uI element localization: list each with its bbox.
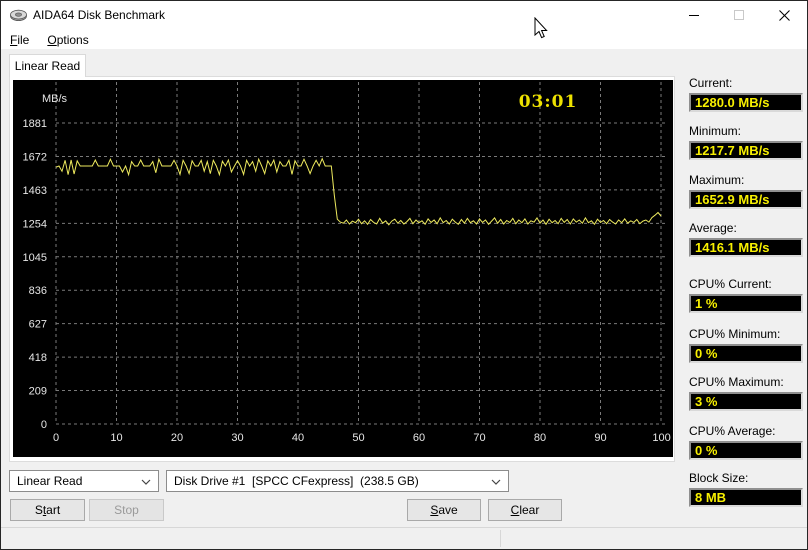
app-disk-icon — [10, 9, 27, 21]
app-window: AIDA64 Disk Benchmark File Options Linea… — [0, 0, 808, 550]
menu-item-options[interactable]: Options — [38, 30, 97, 49]
svg-text:836: 836 — [29, 285, 47, 297]
svg-text:MB/s: MB/s — [42, 93, 68, 105]
benchmark-chart: 0 10 20 30 40 50 60 70 80 90 100 % 1881 1672 1463 1254… — [13, 80, 684, 457]
status-bar-divider — [500, 530, 501, 547]
svg-text:418: 418 — [29, 352, 47, 364]
stat-label: CPU% Maximum: — [689, 375, 784, 389]
stat-value: 1652.9 MB/s — [689, 190, 803, 209]
menu-item-file[interactable]: File — [1, 30, 38, 49]
stat-item: CPU% Maximum: 3 % — [689, 375, 803, 411]
svg-text:100 %: 100 % — [652, 432, 673, 444]
svg-text:10: 10 — [110, 432, 122, 444]
stat-label: Minimum: — [689, 124, 742, 138]
drive-select[interactable]: Disk Drive #1 [SPCC CFexpress] (238.5 GB… — [166, 470, 509, 492]
svg-text:0: 0 — [41, 419, 47, 431]
svg-text:03:01: 03:01 — [519, 92, 578, 112]
svg-text:90: 90 — [594, 432, 606, 444]
stat-item: CPU% Current: 1 % — [689, 277, 803, 313]
stats-panel: Current: 1280.0 MB/s Minimum: 1217.7 MB/s Ma… — [683, 1, 807, 549]
stat-value: 1280.0 MB/s — [689, 93, 803, 112]
tab-linear-read[interactable]: Linear Read — [9, 54, 86, 77]
benchmark-type-value: Linear Read — [17, 474, 83, 488]
stat-label: CPU% Minimum: — [689, 327, 781, 341]
stat-item: Minimum: 1217.7 MB/s — [689, 124, 803, 160]
chevron-down-icon — [141, 479, 151, 485]
stat-label: Current: — [689, 76, 733, 90]
svg-text:1881: 1881 — [23, 118, 47, 130]
svg-text:40: 40 — [292, 432, 304, 444]
svg-text:60: 60 — [413, 432, 425, 444]
svg-text:209: 209 — [29, 386, 47, 398]
stat-value: 1416.1 MB/s — [689, 238, 803, 257]
stop-button[interactable]: Stop — [89, 499, 164, 521]
svg-text:20: 20 — [171, 432, 183, 444]
start-button[interactable]: St art — [10, 499, 85, 521]
stat-item: Current: 1280.0 MB/s — [689, 76, 803, 112]
status-bar — [1, 527, 807, 549]
stat-label: Maximum: — [689, 173, 745, 187]
tab-label: Linear Read — [14, 59, 81, 73]
svg-text:80: 80 — [534, 432, 546, 444]
stat-label: Block Size: — [689, 471, 749, 485]
stat-item: Average: 1416.1 MB/s — [689, 221, 803, 257]
stat-item: Maximum: 1652.9 MB/s — [689, 173, 803, 209]
svg-text:50: 50 — [352, 432, 364, 444]
save-button[interactable]: Save — [407, 499, 481, 521]
svg-text:1463: 1463 — [23, 185, 47, 197]
stat-label: CPU% Average: — [689, 424, 776, 438]
svg-text:30: 30 — [231, 432, 243, 444]
svg-text:627: 627 — [29, 319, 47, 331]
svg-text:1672: 1672 — [23, 151, 47, 163]
stat-value: 0 % — [689, 441, 803, 460]
stat-value: 3 % — [689, 392, 803, 411]
stat-value: 0 % — [689, 344, 803, 363]
stat-item: CPU% Minimum: 0 % — [689, 327, 803, 363]
clear-button[interactable]: Clear — [488, 499, 562, 521]
svg-text:70: 70 — [473, 432, 485, 444]
stat-label: Average: — [689, 221, 737, 235]
stat-label: CPU% Current: — [689, 277, 772, 291]
svg-text:0: 0 — [53, 432, 59, 444]
stat-item: Block Size: 8 MB — [689, 471, 803, 507]
window-title: AIDA64 Disk Benchmark — [33, 8, 166, 22]
stat-value: 1 % — [689, 294, 803, 313]
stat-value: 8 MB — [689, 488, 803, 507]
benchmark-type-select[interactable]: Linear Read — [9, 470, 159, 492]
stat-value: 1217.7 MB/s — [689, 141, 803, 160]
chevron-down-icon — [491, 479, 501, 485]
chart-canvas: 0 10 20 30 40 50 60 70 80 90 100 % 1881 1672 1463 1254… — [23, 82, 684, 444]
svg-text:1045: 1045 — [23, 252, 47, 264]
svg-text:1254: 1254 — [23, 218, 47, 230]
stat-item: CPU% Average: 0 % — [689, 424, 803, 460]
drive-select-value: Disk Drive #1 [SPCC CFexpress] (238.5 GB… — [174, 474, 419, 488]
